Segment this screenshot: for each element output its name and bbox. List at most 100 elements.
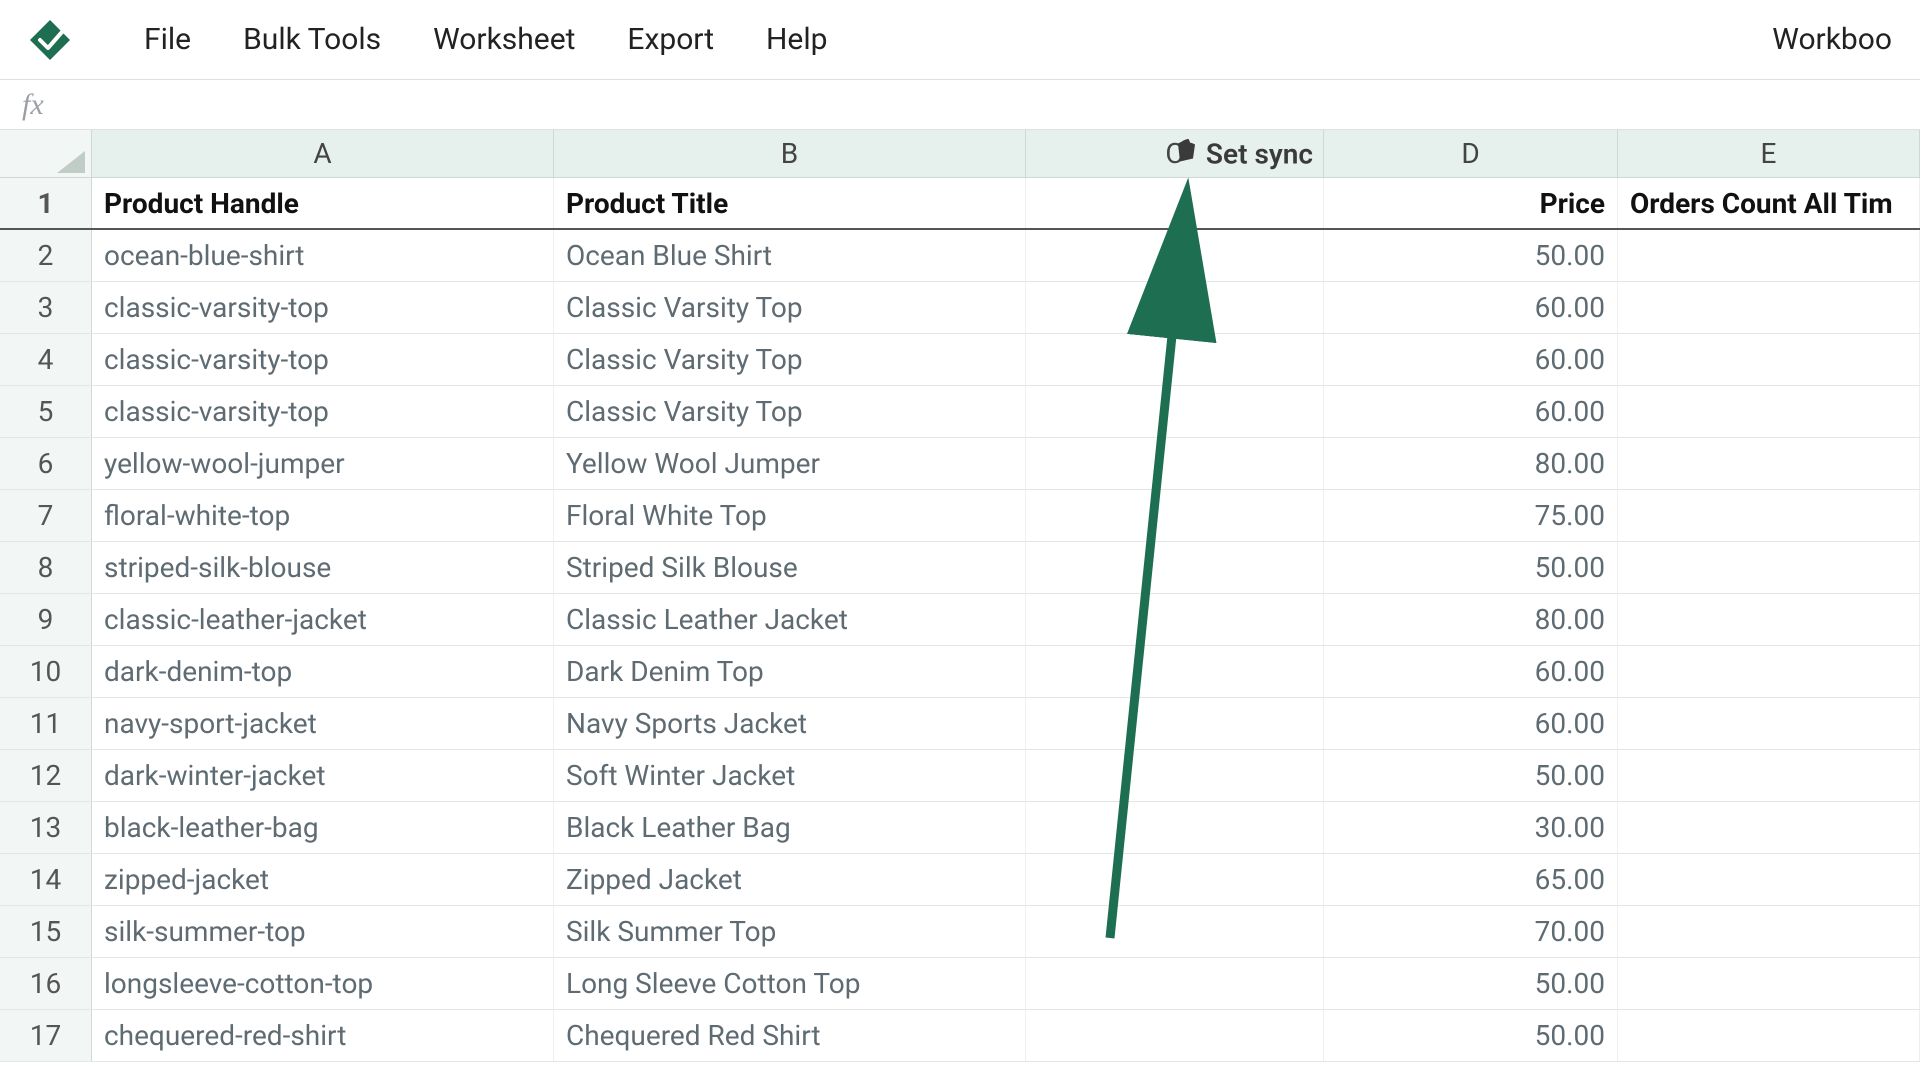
- cell-a[interactable]: ocean-blue-shirt: [92, 230, 554, 281]
- cell-c[interactable]: [1026, 854, 1324, 905]
- row-header[interactable]: 3: [0, 282, 92, 333]
- cell-d[interactable]: 80.00: [1324, 438, 1618, 489]
- cell-c[interactable]: [1026, 594, 1324, 645]
- row-header[interactable]: 10: [0, 646, 92, 697]
- cell-d[interactable]: 50.00: [1324, 230, 1618, 281]
- formula-bar[interactable]: fx: [0, 80, 1920, 130]
- cell-e[interactable]: [1618, 438, 1920, 489]
- cell-c[interactable]: [1026, 386, 1324, 437]
- cell-e[interactable]: [1618, 594, 1920, 645]
- cell-e[interactable]: [1618, 542, 1920, 593]
- cell-d[interactable]: 30.00: [1324, 802, 1618, 853]
- menu-help[interactable]: Help: [766, 22, 827, 57]
- cell-b[interactable]: Soft Winter Jacket: [554, 750, 1026, 801]
- row-header[interactable]: 5: [0, 386, 92, 437]
- column-header-a[interactable]: A: [92, 130, 554, 177]
- row-header[interactable]: 6: [0, 438, 92, 489]
- header-cell-e[interactable]: Orders Count All Tim: [1618, 178, 1920, 228]
- cell-d[interactable]: 80.00: [1324, 594, 1618, 645]
- row-header[interactable]: 1: [0, 178, 92, 228]
- column-header-e[interactable]: E: [1618, 130, 1920, 177]
- row-header[interactable]: 14: [0, 854, 92, 905]
- cell-a[interactable]: classic-varsity-top: [92, 334, 554, 385]
- header-cell-d[interactable]: Price: [1324, 178, 1618, 228]
- cell-c[interactable]: [1026, 230, 1324, 281]
- cell-b[interactable]: Yellow Wool Jumper: [554, 438, 1026, 489]
- menu-bulk-tools[interactable]: Bulk Tools: [243, 22, 381, 57]
- cell-c[interactable]: [1026, 646, 1324, 697]
- cell-e[interactable]: [1618, 386, 1920, 437]
- cell-a[interactable]: dark-denim-top: [92, 646, 554, 697]
- cell-b[interactable]: Chequered Red Shirt: [554, 1010, 1026, 1061]
- menu-file[interactable]: File: [144, 22, 191, 57]
- row-header[interactable]: 15: [0, 906, 92, 957]
- cell-a[interactable]: chequered-red-shirt: [92, 1010, 554, 1061]
- cell-c[interactable]: [1026, 802, 1324, 853]
- row-header[interactable]: 12: [0, 750, 92, 801]
- row-header[interactable]: 17: [0, 1010, 92, 1061]
- cell-d[interactable]: 60.00: [1324, 698, 1618, 749]
- cell-e[interactable]: [1618, 334, 1920, 385]
- row-header[interactable]: 13: [0, 802, 92, 853]
- cell-e[interactable]: [1618, 282, 1920, 333]
- cell-a[interactable]: classic-varsity-top: [92, 282, 554, 333]
- cell-e[interactable]: [1618, 490, 1920, 541]
- cell-a[interactable]: yellow-wool-jumper: [92, 438, 554, 489]
- column-header-d[interactable]: D: [1324, 130, 1618, 177]
- cell-e[interactable]: [1618, 230, 1920, 281]
- cell-b[interactable]: Classic Varsity Top: [554, 386, 1026, 437]
- cell-c[interactable]: [1026, 542, 1324, 593]
- cell-a[interactable]: silk-summer-top: [92, 906, 554, 957]
- cell-b[interactable]: Navy Sports Jacket: [554, 698, 1026, 749]
- row-header[interactable]: 2: [0, 230, 92, 281]
- column-header-c[interactable]: C Set sync: [1026, 130, 1324, 177]
- row-header[interactable]: 7: [0, 490, 92, 541]
- cell-d[interactable]: 50.00: [1324, 542, 1618, 593]
- cell-c[interactable]: [1026, 438, 1324, 489]
- cell-b[interactable]: Floral White Top: [554, 490, 1026, 541]
- cell-a[interactable]: floral-white-top: [92, 490, 554, 541]
- cell-b[interactable]: Classic Leather Jacket: [554, 594, 1026, 645]
- cell-e[interactable]: [1618, 802, 1920, 853]
- cell-a[interactable]: zipped-jacket: [92, 854, 554, 905]
- cell-a[interactable]: classic-leather-jacket: [92, 594, 554, 645]
- cell-d[interactable]: 50.00: [1324, 1010, 1618, 1061]
- cell-c[interactable]: [1026, 282, 1324, 333]
- header-cell-a[interactable]: Product Handle: [92, 178, 554, 228]
- cell-d[interactable]: 60.00: [1324, 386, 1618, 437]
- cell-a[interactable]: striped-silk-blouse: [92, 542, 554, 593]
- cell-e[interactable]: [1618, 646, 1920, 697]
- cell-d[interactable]: 70.00: [1324, 906, 1618, 957]
- menu-worksheet[interactable]: Worksheet: [433, 22, 575, 57]
- column-header-b[interactable]: B: [554, 130, 1026, 177]
- cell-a[interactable]: classic-varsity-top: [92, 386, 554, 437]
- cell-e[interactable]: [1618, 750, 1920, 801]
- cell-e[interactable]: [1618, 854, 1920, 905]
- row-header[interactable]: 16: [0, 958, 92, 1009]
- cell-b[interactable]: Ocean Blue Shirt: [554, 230, 1026, 281]
- cell-c[interactable]: [1026, 958, 1324, 1009]
- row-header[interactable]: 11: [0, 698, 92, 749]
- header-cell-b[interactable]: Product Title: [554, 178, 1026, 228]
- row-header[interactable]: 8: [0, 542, 92, 593]
- cell-e[interactable]: [1618, 906, 1920, 957]
- cell-b[interactable]: Classic Varsity Top: [554, 334, 1026, 385]
- header-cell-c[interactable]: [1026, 178, 1324, 228]
- cell-c[interactable]: [1026, 334, 1324, 385]
- set-sync-button[interactable]: Set sync: [1174, 137, 1313, 170]
- cell-d[interactable]: 60.00: [1324, 334, 1618, 385]
- menu-export[interactable]: Export: [627, 22, 714, 57]
- cell-a[interactable]: black-leather-bag: [92, 802, 554, 853]
- cell-e[interactable]: [1618, 1010, 1920, 1061]
- cell-a[interactable]: dark-winter-jacket: [92, 750, 554, 801]
- row-header[interactable]: 9: [0, 594, 92, 645]
- cell-a[interactable]: longsleeve-cotton-top: [92, 958, 554, 1009]
- cell-d[interactable]: 65.00: [1324, 854, 1618, 905]
- cell-b[interactable]: Striped Silk Blouse: [554, 542, 1026, 593]
- cell-d[interactable]: 50.00: [1324, 750, 1618, 801]
- cell-b[interactable]: Classic Varsity Top: [554, 282, 1026, 333]
- row-header[interactable]: 4: [0, 334, 92, 385]
- cell-c[interactable]: [1026, 490, 1324, 541]
- cell-e[interactable]: [1618, 958, 1920, 1009]
- cell-b[interactable]: Black Leather Bag: [554, 802, 1026, 853]
